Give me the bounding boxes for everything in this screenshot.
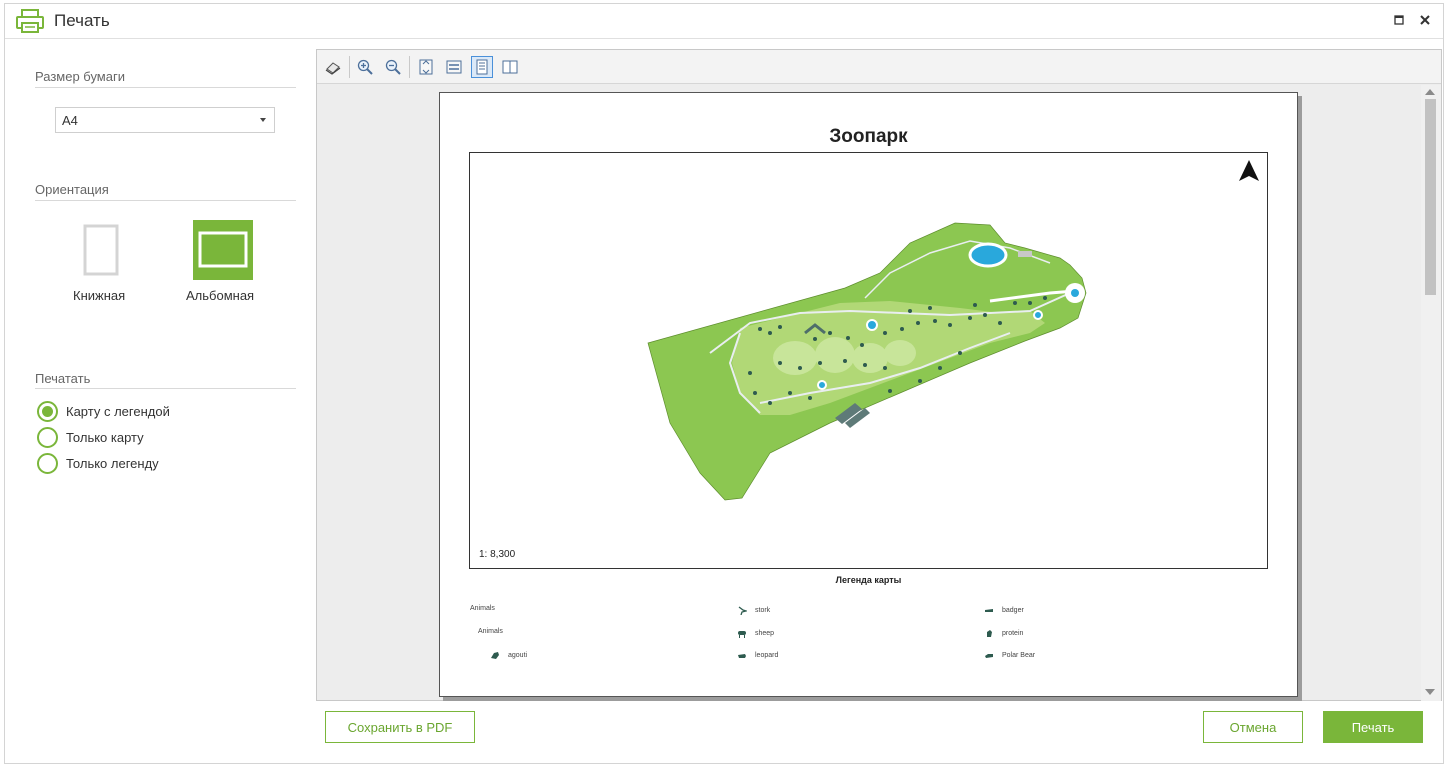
map-frame: 1: 8,300 [469,152,1268,569]
fit-whole-page-button[interactable] [415,56,437,78]
radio-label: Карту с легендой [66,403,170,419]
chevron-down-icon [260,118,266,122]
radio-map-with-legend[interactable]: Карту с легендой [37,400,170,422]
print-button[interactable]: Печать [1323,711,1423,743]
portrait-page-icon [83,224,119,276]
radio-unchecked-icon[interactable] [37,426,58,448]
radio-checked-icon[interactable] [37,400,58,422]
print-toolbar-button[interactable] [322,56,344,78]
two-pages-button[interactable] [499,56,521,78]
print-dialog: Печать Размер бумаги A4 Ориентация Книжн… [4,3,1444,764]
divider [35,200,296,201]
polar-bear-icon [985,654,993,658]
legend-item: badger [984,605,1024,615]
radio-label: Только карту [66,429,144,445]
legend-title: Легенда карты [835,575,902,585]
maximize-icon[interactable] [1391,12,1407,28]
toolbar-separator [349,56,350,78]
zoom-out-icon [385,59,401,75]
leopard-icon [738,654,746,658]
paper-size-select[interactable]: A4 [55,107,275,133]
orientation-landscape-option[interactable]: Альбомная [183,219,263,303]
radio-label: Только легенду [66,455,159,471]
paper-size-title: Размер бумаги [35,69,125,84]
radio-unchecked-icon[interactable] [37,452,58,474]
print-preview: Зоопарк 1: 8,300 Легенда карты Animals A… [316,49,1442,701]
north-arrow-icon [1239,160,1259,181]
scroll-down-arrow-icon[interactable] [1425,689,1435,695]
legend-item: Polar Bear [984,650,1035,660]
legend-item: sheep [737,628,774,638]
divider [35,87,296,88]
orientation-title: Ориентация [35,182,109,197]
landscape-page-icon [193,220,253,280]
single-page-button[interactable] [471,56,493,78]
scroll-up-arrow-icon[interactable] [1425,89,1435,95]
divider [35,388,296,389]
agouti-icon [491,652,499,659]
print-options-title: Печатать [35,371,91,386]
radio-map-only[interactable]: Только карту [37,426,144,448]
toolbar-separator [409,56,410,78]
legend-item: agouti [490,650,527,660]
printer-icon [16,9,44,33]
fit-width-icon [446,60,462,74]
close-icon[interactable] [1417,12,1433,28]
cancel-button[interactable]: Отмена [1203,711,1303,743]
single-page-icon [476,59,488,75]
badger-icon [985,609,993,612]
fit-page-icon [419,59,433,75]
zoo-map [647,160,1259,501]
print-icon [325,62,341,75]
legend-item: leopard [737,650,778,660]
legend-group-label: Animals [470,605,495,612]
two-pages-icon [502,60,518,74]
save-pdf-button[interactable]: Сохранить в PDF [325,711,475,743]
preview-toolbar [317,50,1441,84]
window-title: Печать [54,11,110,30]
legend-item: protein [984,628,1023,638]
stork-icon [738,606,747,615]
portrait-label: Книжная [73,288,126,303]
protein-icon [987,630,992,637]
zoom-in-button[interactable] [354,56,376,78]
zoom-in-icon [357,59,373,75]
zoom-out-button[interactable] [382,56,404,78]
legend-subgroup-label: Animals [478,628,503,635]
landscape-label: Альбомная [186,288,255,303]
scroll-thumb[interactable] [1425,99,1436,295]
title-bar: Печать [5,4,1443,39]
paper-size-value: A4 [62,113,78,128]
legend-item: stork [737,605,770,615]
fit-width-button[interactable] [443,56,465,78]
map-scale: 1: 8,300 [479,549,516,560]
radio-legend-only[interactable]: Только легенду [37,452,159,474]
orientation-portrait-option[interactable]: Книжная [71,219,131,303]
vertical-scrollbar[interactable] [1421,85,1441,701]
sheep-icon [738,631,746,638]
preview-page: Зоопарк 1: 8,300 Легенда карты Animals A… [439,92,1298,697]
page-title: Зоопарк [829,126,908,147]
